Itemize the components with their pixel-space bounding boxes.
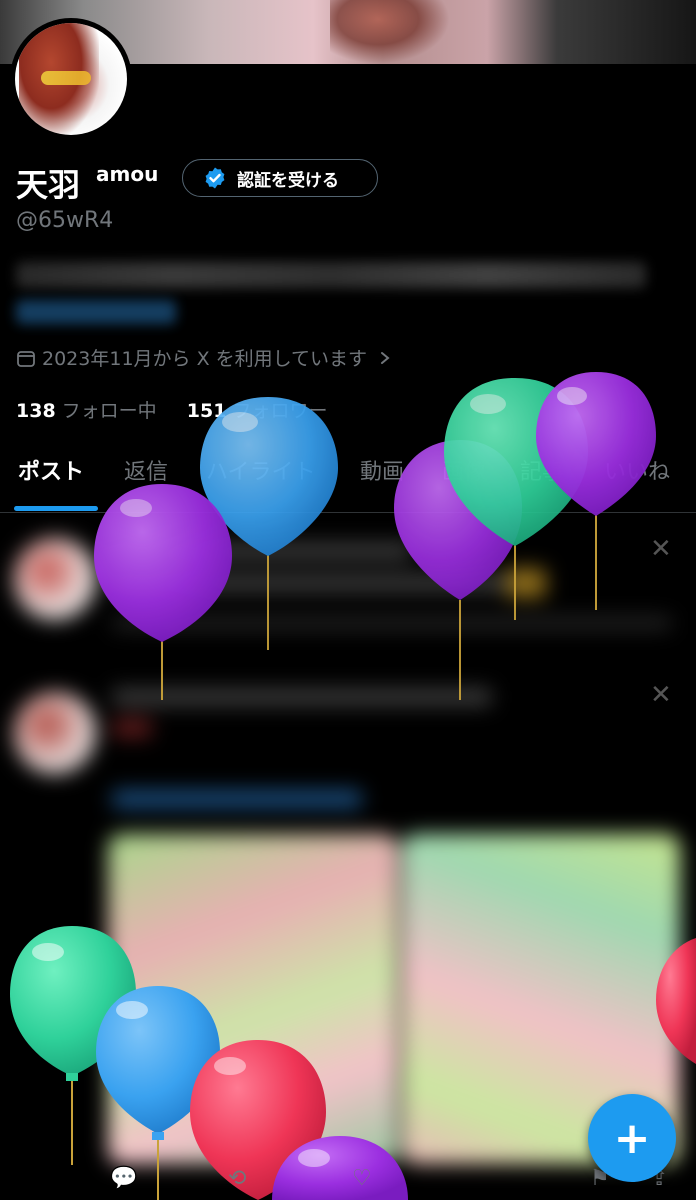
followers-count: 151 bbox=[186, 400, 227, 422]
joined-date[interactable]: 2023年11月から X を利用しています bbox=[16, 344, 391, 371]
following-link[interactable]: 138 フォロー中 bbox=[16, 400, 157, 422]
tab-articles[interactable]: 記事 bbox=[520, 456, 564, 512]
post-image-left[interactable] bbox=[108, 834, 398, 1164]
tab-highlights[interactable]: ハイライト bbox=[206, 456, 316, 512]
calendar-icon bbox=[17, 350, 35, 367]
avatar[interactable] bbox=[10, 18, 132, 140]
chevron-right-icon bbox=[381, 351, 390, 364]
like-icon[interactable]: ♡ bbox=[352, 1166, 372, 1191]
plus-icon: + bbox=[613, 1112, 651, 1164]
follow-stats: 138 フォロー中 151 フォロワー bbox=[16, 396, 327, 423]
bio-link-blurred[interactable] bbox=[16, 300, 176, 324]
post-emoji-blurred bbox=[112, 718, 152, 738]
post-text-blurred bbox=[112, 574, 532, 592]
post-link-blurred[interactable] bbox=[112, 790, 362, 808]
display-name: 天羽 bbox=[16, 166, 81, 204]
x-logo-icon: ✕ bbox=[650, 680, 672, 710]
post-header-blurred bbox=[112, 542, 412, 560]
joined-text: 2023年11月から X を利用しています bbox=[42, 348, 368, 370]
get-verified-button[interactable]: 認証を受ける bbox=[182, 159, 378, 197]
banner-image-detail bbox=[330, 0, 450, 64]
post-avatar[interactable] bbox=[14, 538, 96, 620]
repost-icon[interactable]: ⟲ bbox=[228, 1166, 246, 1191]
tab-posts[interactable]: ポスト bbox=[18, 456, 84, 512]
tab-likes[interactable]: いいね bbox=[604, 456, 670, 512]
post-avatar[interactable] bbox=[14, 692, 96, 774]
post-emoji-blurred bbox=[506, 568, 546, 598]
get-verified-label: 認証を受ける bbox=[237, 170, 339, 191]
avatar-glasses bbox=[41, 71, 91, 85]
followers-label: フォロワー bbox=[232, 400, 328, 422]
reply-icon[interactable]: 💬 bbox=[110, 1166, 137, 1191]
following-label: フォロー中 bbox=[61, 400, 157, 422]
compose-post-button[interactable]: + bbox=[588, 1094, 676, 1182]
display-name-suffix: amou bbox=[96, 162, 159, 186]
profile-tabs: ポスト 返信 ハイライト 動画 画像 記事 いいね bbox=[0, 456, 696, 513]
post-feed-blurred bbox=[0, 512, 696, 1200]
bio-text-blurred bbox=[16, 262, 646, 288]
tab-images[interactable]: 画像 bbox=[442, 456, 486, 512]
tab-replies[interactable]: 返信 bbox=[124, 456, 168, 512]
following-count: 138 bbox=[16, 400, 56, 422]
followers-link[interactable]: 151 フォロワー bbox=[187, 400, 328, 422]
avatar-image bbox=[15, 23, 127, 135]
x-logo-icon: ✕ bbox=[650, 534, 672, 564]
post-header-blurred bbox=[112, 688, 492, 706]
post-actions-blurred bbox=[112, 616, 672, 630]
post-action-bar: 💬 ⟲ ♡ ⚑ ⇪ bbox=[0, 1160, 696, 1200]
verified-badge-icon bbox=[205, 167, 225, 189]
active-tab-indicator bbox=[14, 506, 98, 511]
tab-videos[interactable]: 動画 bbox=[360, 456, 404, 512]
handle: @65wR4 bbox=[16, 208, 114, 233]
